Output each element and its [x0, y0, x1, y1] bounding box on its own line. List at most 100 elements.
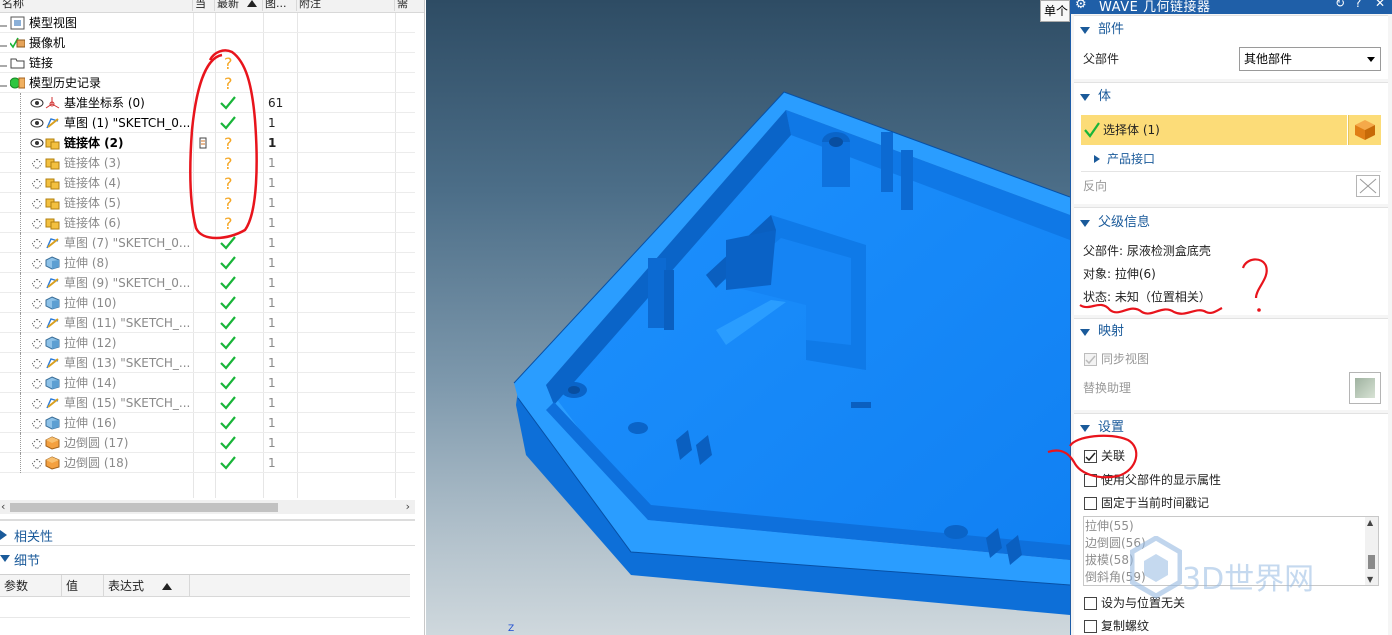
- hidden-state-icon[interactable]: [31, 158, 43, 170]
- hidden-state-icon[interactable]: [31, 258, 43, 270]
- tree-row[interactable]: 摄像机: [0, 33, 415, 53]
- tree-row[interactable]: 链接体 (6)? 1: [0, 213, 415, 233]
- scroll-right-arrow-icon[interactable]: ›: [406, 500, 410, 514]
- parent-part-dropdown[interactable]: 其他部件: [1239, 47, 1381, 71]
- tree-row[interactable]: 拉伸 (16) 1: [0, 413, 415, 433]
- hidden-state-icon[interactable]: [31, 358, 43, 370]
- tree-row[interactable]: 拉伸 (14) 1: [0, 373, 415, 393]
- tree-row[interactable]: 草图 (13) "SKETCH_... 1: [0, 353, 415, 373]
- tree-row[interactable]: 基准坐标系 (0) 61: [0, 93, 415, 113]
- column-current[interactable]: 当: [193, 0, 215, 11]
- tree-row[interactable]: 拉伸 (12) 1: [0, 333, 415, 353]
- tree-row[interactable]: 拉伸 (10) 1: [0, 293, 415, 313]
- hidden-state-icon[interactable]: [31, 298, 43, 310]
- timestamp-feature-list[interactable]: 拉伸(55) 边倒圆(56) 拔模(58) 倒斜角(59) ▲ ▼: [1083, 516, 1379, 586]
- scrollbar-thumb[interactable]: [1368, 555, 1375, 569]
- expand-node-icon[interactable]: [0, 19, 8, 27]
- tree-row[interactable]: 草图 (9) "SKETCH_0... 1: [0, 273, 415, 293]
- reset-icon[interactable]: ↻: [1335, 0, 1345, 10]
- up-to-date-check-icon: [219, 415, 237, 431]
- scroll-up-arrow-icon[interactable]: ▲: [1367, 518, 1373, 527]
- list-item[interactable]: 拉伸(55): [1085, 518, 1134, 534]
- selection-filter-dropdown[interactable]: 单个: [1040, 0, 1070, 22]
- hidden-state-icon[interactable]: [31, 278, 43, 290]
- tree-row[interactable]: 草图 (15) "SKETCH_... 1: [0, 393, 415, 413]
- select-body-row[interactable]: 选择体 (1): [1081, 115, 1347, 145]
- sync-view-checkbox[interactable]: [1084, 353, 1097, 366]
- help-icon[interactable]: ?: [1355, 0, 1361, 10]
- tree-row[interactable]: 链接体 (4)? 1: [0, 173, 415, 193]
- hidden-state-icon[interactable]: [31, 378, 43, 390]
- tree-row-label: 链接体 (4): [64, 176, 121, 190]
- column-notes[interactable]: 附注: [297, 0, 395, 11]
- replace-helper-button[interactable]: [1349, 372, 1381, 404]
- copy-threads-checkbox[interactable]: [1084, 620, 1097, 633]
- details-column-expression[interactable]: 表达式: [104, 575, 190, 597]
- hidden-state-icon[interactable]: [31, 238, 43, 250]
- graphics-viewport[interactable]: 单个 Z: [426, 0, 1070, 635]
- tree-guide-line: [20, 313, 30, 333]
- tree-row[interactable]: 边倒圆 (18) 1: [0, 453, 415, 473]
- details-section-header[interactable]: 细节: [0, 548, 415, 570]
- expand-node-icon[interactable]: [0, 59, 8, 67]
- scroll-down-arrow-icon[interactable]: ▼: [1367, 575, 1373, 584]
- tree-row[interactable]: 链接体 (3)? 1: [0, 153, 415, 173]
- dialog-titlebar[interactable]: ⚙ WAVE 几何链接器 ↻ ? ✕: [1071, 0, 1392, 15]
- fix-timestamp-checkbox[interactable]: [1084, 497, 1097, 510]
- sort-ascending-icon: [162, 583, 172, 590]
- select-body-button[interactable]: [1348, 115, 1381, 145]
- sync-view-label: 同步视图: [1101, 352, 1150, 366]
- tree-row[interactable]: 边倒圆 (17) 1: [0, 433, 415, 453]
- reverse-direction-button[interactable]: [1356, 175, 1380, 197]
- tree-row[interactable]: 链接体 (5)? 1: [0, 193, 415, 213]
- tree-row[interactable]: 草图 (7) "SKETCH_0... 1: [0, 233, 415, 253]
- details-column-parameter[interactable]: 参数: [0, 575, 62, 597]
- scrollbar-thumb[interactable]: [10, 503, 278, 512]
- column-needs[interactable]: 需: [395, 0, 424, 11]
- hidden-state-icon[interactable]: [31, 318, 43, 330]
- scroll-left-arrow-icon[interactable]: ‹: [1, 500, 5, 514]
- expand-node-icon[interactable]: [0, 79, 8, 87]
- hidden-state-icon[interactable]: [31, 458, 43, 470]
- hidden-state-icon[interactable]: [31, 418, 43, 430]
- hidden-state-icon[interactable]: [31, 338, 43, 350]
- graphics-count: 1: [268, 356, 276, 370]
- tree-row[interactable]: 草图 (11) "SKETCH_... 1: [0, 313, 415, 333]
- dependencies-section-header[interactable]: 相关性: [0, 524, 415, 546]
- list-scrollbar[interactable]: ▲ ▼: [1365, 517, 1378, 585]
- tree-row-label: 边倒圆 (17): [64, 436, 129, 450]
- visibility-eye-icon[interactable]: [30, 117, 44, 129]
- replace-helper-icon: [1355, 378, 1375, 398]
- tree-guide-line: [20, 173, 30, 193]
- close-icon[interactable]: ✕: [1375, 0, 1385, 10]
- part-model[interactable]: [426, 0, 1070, 635]
- use-parent-display-checkbox[interactable]: [1084, 474, 1097, 487]
- position-independent-checkbox[interactable]: [1084, 597, 1097, 610]
- graphics-count: 1: [268, 456, 276, 470]
- list-item[interactable]: 拔模(58): [1085, 552, 1134, 568]
- hidden-state-icon[interactable]: [31, 438, 43, 450]
- tree-row[interactable]: 拉伸 (8) 1: [0, 253, 415, 273]
- product-interface-row[interactable]: 产品接口: [1081, 148, 1381, 170]
- tree-row[interactable]: 模型视图: [0, 13, 415, 33]
- column-graphics[interactable]: 图...: [263, 0, 297, 11]
- tree-row[interactable]: 链接?: [0, 53, 415, 73]
- column-latest[interactable]: 最新: [215, 0, 263, 11]
- hidden-state-icon[interactable]: [31, 398, 43, 410]
- visibility-eye-icon[interactable]: [30, 97, 44, 109]
- column-name[interactable]: 名称: [0, 0, 193, 11]
- details-column-value[interactable]: 值: [62, 575, 104, 597]
- splitter[interactable]: [0, 519, 415, 521]
- list-item[interactable]: 倒斜角(59): [1085, 569, 1146, 585]
- expand-node-icon[interactable]: [0, 39, 8, 47]
- tree-horizontal-scrollbar[interactable]: ‹ ›: [0, 500, 415, 514]
- tree-row[interactable]: 链接体 (2)? 1: [0, 133, 415, 153]
- associative-checkbox[interactable]: [1084, 450, 1097, 463]
- hidden-state-icon[interactable]: [31, 218, 43, 230]
- hidden-state-icon[interactable]: [31, 178, 43, 190]
- hidden-state-icon[interactable]: [31, 198, 43, 210]
- tree-row[interactable]: 模型历史记录?: [0, 73, 415, 93]
- tree-row[interactable]: 草图 (1) "SKETCH_0... 1: [0, 113, 415, 133]
- list-item[interactable]: 边倒圆(56): [1085, 535, 1146, 551]
- visibility-eye-icon[interactable]: [30, 137, 44, 149]
